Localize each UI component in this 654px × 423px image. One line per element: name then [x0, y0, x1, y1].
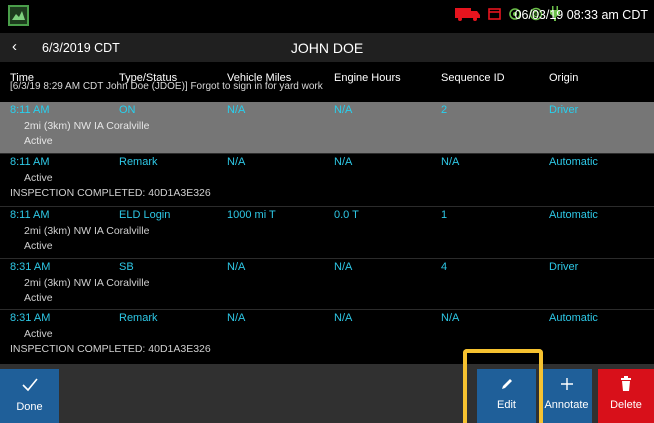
nav-bar: ‹ 6/3/2019 CDT JOHN DOE: [0, 33, 654, 62]
row-status: Active: [24, 135, 53, 147]
row-type: SB: [119, 261, 134, 273]
bottom-toolbar: Done Edit Annotate Delete: [0, 364, 654, 423]
row-status: Active: [24, 328, 53, 340]
status-datetime: 06/03/19 08:33 am CDT: [514, 8, 648, 22]
edit-button[interactable]: Edit: [477, 369, 536, 423]
row-time: 8:11 AM: [10, 156, 50, 168]
app-logo-icon: [8, 5, 29, 26]
row-sequence: 1: [441, 209, 448, 221]
row-location: 2mi (3km) NW IA Coralville: [24, 120, 150, 132]
pencil-icon: [477, 375, 536, 397]
table-row[interactable]: 8:31 AM Remark N/A N/A N/A Automatic Act…: [0, 309, 654, 361]
delete-label: Delete: [610, 399, 642, 411]
annotation-text: [6/3/19 8:29 AM CDT John Doe (JDOE)] For…: [10, 81, 323, 92]
done-label: Done: [16, 401, 43, 413]
row-type: Remark: [119, 312, 158, 324]
row-sequence: 2: [441, 104, 448, 116]
row-time: 8:11 AM: [10, 104, 50, 116]
row-miles: N/A: [227, 104, 246, 116]
row-hours: N/A: [334, 156, 353, 168]
table-row[interactable]: 8:11 AM ELD Login 1000 mi T 0.0 T 1 Auto…: [0, 206, 654, 258]
row-status: Active: [24, 172, 53, 184]
plus-icon: [541, 375, 592, 397]
annotate-label: Annotate: [544, 399, 589, 411]
row-hours: N/A: [334, 261, 353, 273]
header-origin: Origin: [549, 72, 579, 84]
row-note: INSPECTION COMPLETED: 40D1A3E326: [10, 343, 211, 355]
row-location: 2mi (3km) NW IA Coralville: [24, 277, 150, 289]
trash-icon: [598, 375, 654, 397]
row-origin: Automatic: [549, 312, 598, 324]
row-sequence: N/A: [441, 312, 460, 324]
row-origin: Automatic: [549, 209, 598, 221]
row-time: 8:31 AM: [10, 261, 51, 273]
row-status: Active: [24, 240, 53, 252]
edit-label: Edit: [497, 399, 516, 411]
row-miles: 1000 mi T: [227, 209, 276, 221]
row-hours: N/A: [334, 312, 353, 324]
table-row[interactable]: 8:11 AM Remark N/A N/A N/A Automatic Act…: [0, 153, 654, 205]
row-time: 8:31 AM: [10, 312, 51, 324]
row-origin: Automatic: [549, 156, 598, 168]
log-date: 6/3/2019 CDT: [42, 41, 120, 55]
delete-button[interactable]: Delete: [598, 369, 654, 423]
row-sequence: 4: [441, 261, 448, 273]
row-type: ELD Login: [119, 209, 171, 221]
row-miles: N/A: [227, 261, 246, 273]
truck-icon: [455, 7, 481, 26]
table-row[interactable]: 8:31 AM SB N/A N/A 4 Driver 2mi (3km) NW…: [0, 258, 654, 310]
row-type: Remark: [119, 156, 158, 168]
done-button[interactable]: Done: [0, 369, 59, 423]
row-location: 2mi (3km) NW IA Coralville: [24, 225, 150, 237]
row-sequence: N/A: [441, 156, 460, 168]
checkmark-icon: [0, 375, 59, 397]
row-hours: 0.0 T: [334, 209, 359, 221]
row-miles: N/A: [227, 312, 246, 324]
row-status: Active: [24, 292, 53, 304]
back-arrow-icon[interactable]: ‹: [12, 38, 17, 55]
calendar-icon: [488, 7, 501, 25]
header-sequence-id: Sequence ID: [441, 72, 505, 84]
annotate-button[interactable]: Annotate: [541, 369, 592, 423]
row-time: 8:11 AM: [10, 209, 50, 221]
row-origin: Driver: [549, 104, 579, 116]
row-type: ON: [119, 104, 136, 116]
row-note: INSPECTION COMPLETED: 40D1A3E326: [10, 187, 211, 199]
row-miles: N/A: [227, 156, 246, 168]
header-engine-hours: Engine Hours: [334, 72, 401, 84]
row-origin: Driver: [549, 261, 579, 273]
table-row-selected[interactable]: 8:11 AM ON N/A N/A 2 Driver 2mi (3km) NW…: [0, 102, 654, 153]
row-hours: N/A: [334, 104, 353, 116]
status-bar: 06/03/19 08:33 am CDT: [0, 0, 654, 31]
